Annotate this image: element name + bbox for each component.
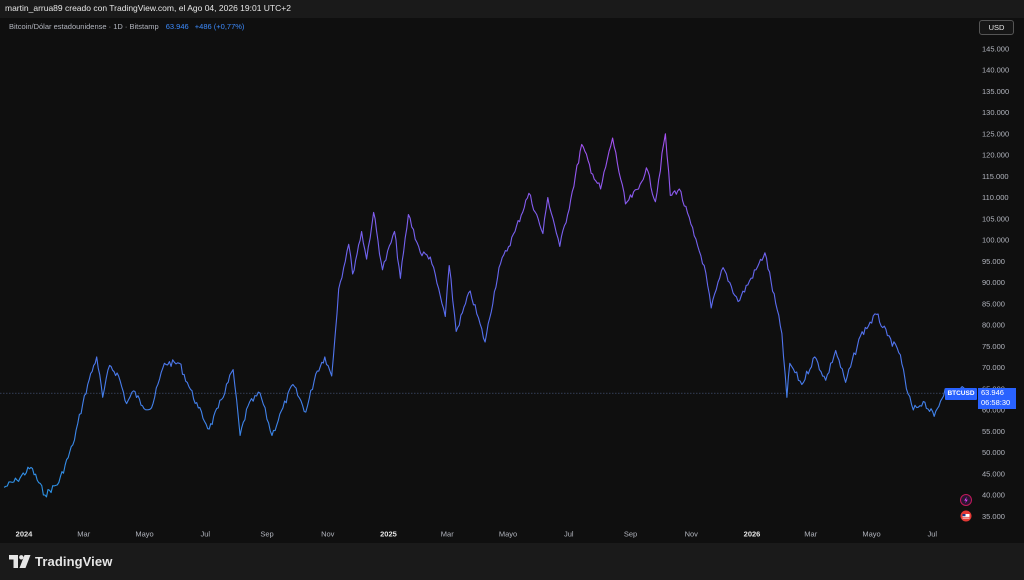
x-tick-label: Jul xyxy=(927,530,937,539)
y-tick-label: 130.000 xyxy=(982,108,1009,117)
y-tick-label: 105.000 xyxy=(982,214,1009,223)
y-tick-label: 90.000 xyxy=(982,278,1005,287)
x-tick-label: Jul xyxy=(200,530,210,539)
y-tick-label: 110.000 xyxy=(982,193,1009,202)
tradingview-logo-text: TradingView xyxy=(35,553,113,569)
x-tick-label: Sep xyxy=(624,530,637,539)
top-bar: martin_arrua89 creado con TradingView.co… xyxy=(0,0,1024,19)
price-tag-price: 63.946 xyxy=(981,388,1004,397)
tradingview-logo-icon xyxy=(9,554,31,568)
y-tick-label: 35.000 xyxy=(982,512,1005,521)
y-tick-label: 100.000 xyxy=(982,236,1009,245)
x-tick-label: 2024 xyxy=(16,530,34,539)
x-tick-label: Mayo xyxy=(862,530,880,539)
x-axis[interactable]: 2024 Mar Mayo Jul Sep Nov 2025 Mar Mayo Jul Sep Nov… xyxy=(16,530,938,539)
y-tick-label: 85.000 xyxy=(982,299,1005,308)
x-tick-label: Nov xyxy=(685,530,699,539)
x-tick-label: Mar xyxy=(77,530,90,539)
x-tick-label: 2026 xyxy=(744,530,761,539)
y-tick-label: 115.000 xyxy=(982,172,1009,181)
symbol-description: Bitcoin/Dólar estadounidense · 1D · Bits… xyxy=(9,22,159,31)
footer-bar xyxy=(0,543,1024,580)
y-tick-label: 50.000 xyxy=(982,448,1005,457)
side-indicators xyxy=(958,494,974,526)
btcusd-price-line xyxy=(3,133,967,498)
y-tick-label: 55.000 xyxy=(982,427,1005,436)
x-tick-label: Nov xyxy=(321,530,335,539)
y-tick-label: 145.000 xyxy=(982,44,1009,53)
lightning-icon[interactable] xyxy=(960,494,972,506)
tradingview-brand[interactable]: TradingView xyxy=(9,553,112,569)
x-tick-label: Mayo xyxy=(499,530,517,539)
y-tick-label: 140.000 xyxy=(982,66,1009,75)
y-tick-label: 45.000 xyxy=(982,469,1005,478)
symbol-legend[interactable]: Bitcoin/Dólar estadounidense · 1D · Bits… xyxy=(9,22,244,31)
y-axis[interactable]: 35.00040.00045.00050.00055.00060.00065.0… xyxy=(982,44,1009,521)
y-tick-label: 120.000 xyxy=(982,151,1009,160)
x-tick-label: Jul xyxy=(564,530,574,539)
y-tick-label: 135.000 xyxy=(982,87,1009,96)
last-price-tag: BTCUSD 63.946 06:58:30 xyxy=(945,388,1016,409)
x-tick-label: Mayo xyxy=(135,530,153,539)
x-tick-label: Sep xyxy=(260,530,273,539)
y-tick-label: 40.000 xyxy=(982,491,1005,500)
price-tag-countdown: 06:58:30 xyxy=(981,398,1011,407)
currency-button[interactable]: USD xyxy=(979,20,1014,35)
price-tag-values: 63.946 06:58:30 xyxy=(978,388,1016,409)
x-tick-label: Mar xyxy=(804,530,817,539)
chart-caption: martin_arrua89 creado con TradingView.co… xyxy=(5,3,291,13)
price-chart[interactable]: 35.00040.00045.00050.00055.00060.00065.0… xyxy=(0,18,1024,543)
legend-change: +486 (+0,77%) xyxy=(194,22,245,31)
flag-icon[interactable] xyxy=(960,510,972,522)
price-tag-symbol: BTCUSD xyxy=(945,388,977,400)
x-tick-label: 2025 xyxy=(380,530,397,539)
y-tick-label: 70.000 xyxy=(982,363,1005,372)
chart-area[interactable]: 35.00040.00045.00050.00055.00060.00065.0… xyxy=(0,18,1024,543)
y-tick-label: 80.000 xyxy=(982,321,1005,330)
y-tick-label: 75.000 xyxy=(982,342,1005,351)
x-tick-label: Mar xyxy=(441,530,454,539)
y-tick-label: 125.000 xyxy=(982,129,1009,138)
legend-price: 63.946 xyxy=(165,22,189,31)
y-tick-label: 95.000 xyxy=(982,257,1005,266)
